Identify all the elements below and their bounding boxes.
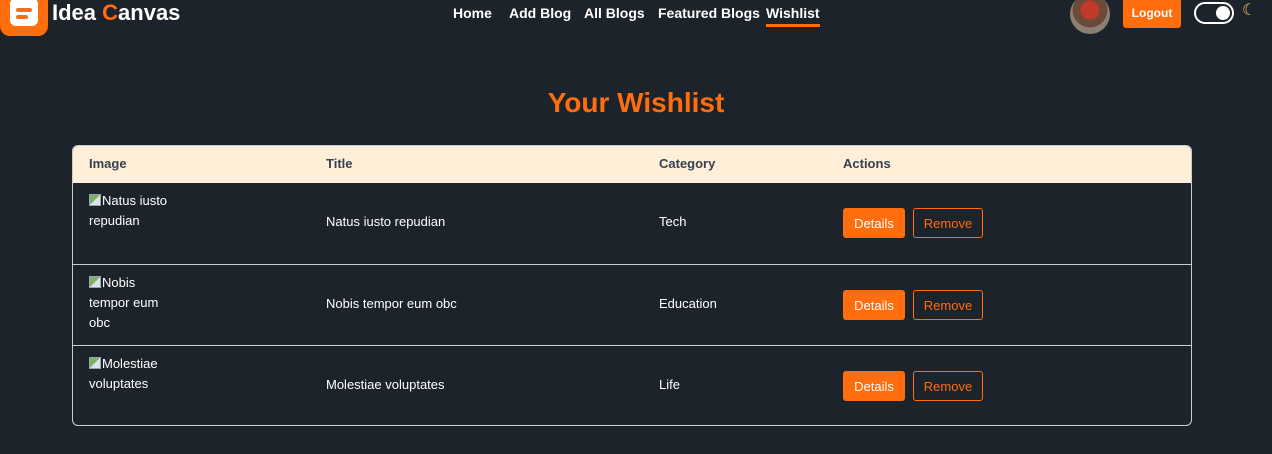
brand-name-accent: C [102, 0, 119, 25]
wishlist-table: Image Title Category Actions Natus iusto… [72, 145, 1192, 426]
nav-add-blog[interactable]: Add Blog [509, 4, 571, 22]
logout-button[interactable]: Logout [1123, 0, 1181, 28]
details-button[interactable]: Details [843, 371, 905, 401]
blog-title: Nobis tempor eum obc [326, 296, 457, 311]
nav-featured-blogs[interactable]: Featured Blogs [658, 4, 760, 22]
remove-button[interactable]: Remove [913, 290, 983, 320]
details-button[interactable]: Details [843, 208, 905, 238]
toggle-knob [1216, 6, 1230, 20]
details-button[interactable]: Details [843, 290, 905, 320]
page-title: Your Wishlist [547, 87, 725, 118]
table-row: Natus iusto repudian Natus iusto repudia… [73, 183, 1191, 264]
remove-button[interactable]: Remove [913, 371, 983, 401]
blog-category: Education [659, 296, 717, 311]
brand-name-suffix: anvas [118, 0, 181, 25]
header-image: Image [89, 156, 127, 171]
navbar: Idea Canvas Home Add Blog All Blogs Feat… [0, 0, 1272, 36]
broken-image-icon [89, 357, 101, 369]
blog-title: Molestiae voluptates [326, 377, 445, 392]
blogger-logo-icon[interactable] [0, 0, 48, 36]
header-actions: Actions [843, 156, 891, 171]
blog-title: Natus iusto repudian [326, 214, 446, 229]
blog-image: Natus iusto repudian [89, 191, 179, 231]
brand-name[interactable]: Idea Canvas [52, 0, 180, 26]
broken-image-icon [89, 276, 101, 288]
blog-image: Molestiae voluptates [89, 354, 179, 394]
table-header: Image Title Category Actions [73, 146, 1191, 183]
header-category: Category [659, 156, 716, 171]
blog-category: Tech [659, 214, 687, 229]
blog-category: Life [659, 377, 680, 392]
theme-toggle[interactable] [1194, 2, 1234, 24]
nav-all-blogs[interactable]: All Blogs [584, 4, 645, 22]
remove-button[interactable]: Remove [913, 208, 983, 238]
table-row: Molestiae voluptates Molestiae voluptate… [73, 345, 1191, 425]
header-title: Title [326, 156, 353, 171]
nav-wishlist[interactable]: Wishlist [766, 4, 820, 27]
broken-image-icon [89, 194, 101, 206]
moon-icon: ☾ [1242, 2, 1257, 19]
table-row: Nobis tempor eum obc Nobis tempor eum ob… [73, 264, 1191, 345]
brand-name-prefix: Idea [52, 0, 103, 25]
blog-image: Nobis tempor eum obc [89, 273, 179, 333]
nav-home[interactable]: Home [453, 4, 492, 22]
user-avatar[interactable] [1070, 0, 1110, 34]
